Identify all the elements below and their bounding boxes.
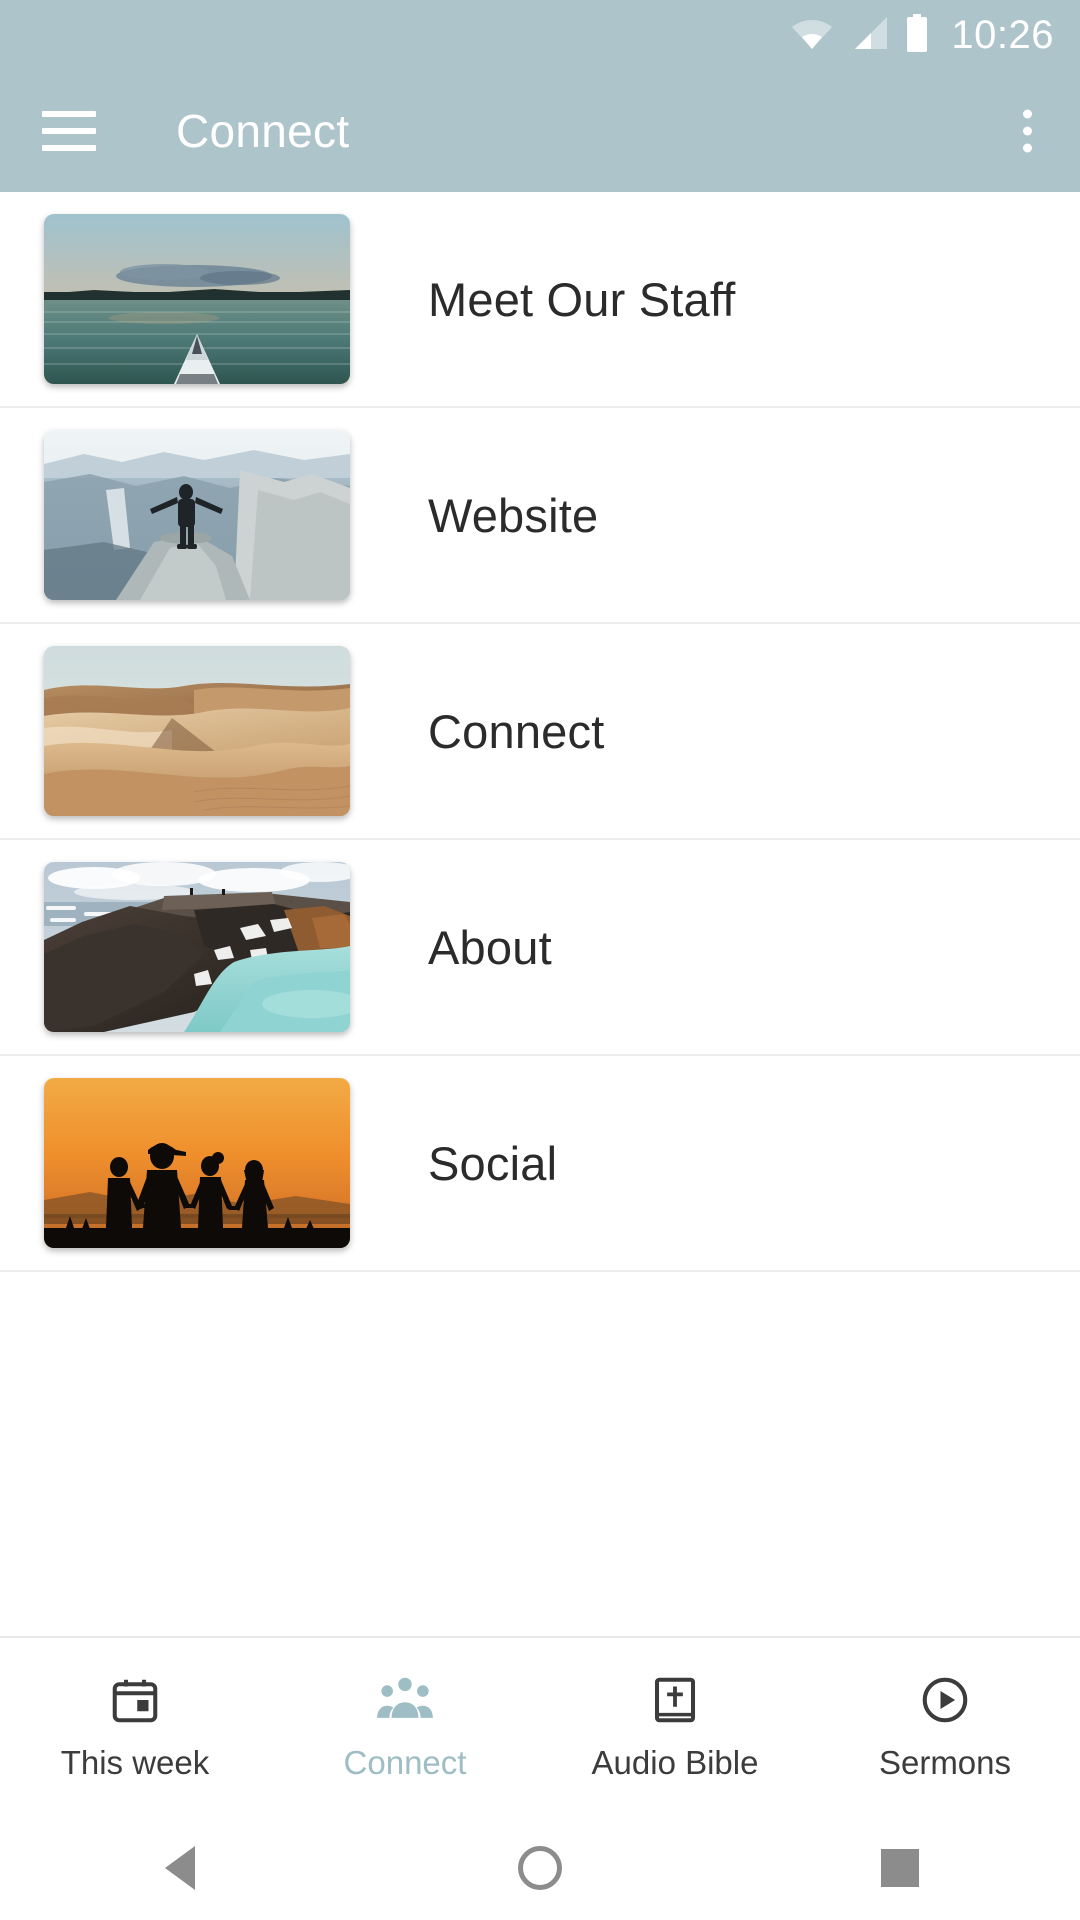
overflow-menu-icon[interactable] [1017, 104, 1038, 159]
family-silhouettes-thumbnail [44, 1078, 350, 1248]
bible-book-icon [648, 1672, 702, 1728]
list-item-label: About [428, 920, 552, 974]
play-circle-icon [918, 1672, 972, 1728]
tab-audio-bible[interactable]: Audio Bible [540, 1638, 810, 1816]
tab-connect[interactable]: Connect [270, 1638, 540, 1816]
tab-sermons[interactable]: Sermons [810, 1638, 1080, 1816]
page-title: Connect [176, 105, 350, 157]
people-group-icon [376, 1672, 434, 1728]
desert-dunes-thumbnail [44, 646, 350, 816]
system-navigation-bar [0, 1816, 1080, 1920]
list-item-label: Connect [428, 704, 605, 758]
back-triangle-icon[interactable] [100, 1816, 260, 1920]
tab-label: Audio Bible [591, 1744, 759, 1781]
list-item-label: Social [428, 1136, 558, 1190]
list-item[interactable]: Social [0, 1056, 1080, 1272]
tab-label: Sermons [878, 1744, 1012, 1781]
list-item[interactable]: About [0, 840, 1080, 1056]
app-bar: Connect [0, 70, 1080, 192]
connect-list: Meet Our Staff Website Connect About Soc… [0, 192, 1080, 1272]
status-time: 10:26 [951, 13, 1054, 57]
status-bar: 10:26 [0, 0, 1080, 70]
hamburger-menu-icon[interactable] [42, 111, 96, 151]
kayak-on-lake-at-sunset-thumbnail [44, 214, 350, 384]
tab-label: This week [60, 1744, 210, 1781]
list-item-label: Meet Our Staff [428, 272, 736, 326]
wifi-icon [791, 16, 833, 55]
recents-square-icon[interactable] [820, 1816, 980, 1920]
calendar-icon [108, 1672, 162, 1728]
person-on-cliff-thumbnail [44, 430, 350, 600]
list-item[interactable]: Meet Our Staff [0, 192, 1080, 408]
cellular-signal-icon [849, 16, 889, 55]
battery-icon [905, 13, 929, 57]
tab-this-week[interactable]: This week [0, 1638, 270, 1816]
tab-label: Connect [343, 1744, 467, 1781]
list-item[interactable]: Connect [0, 624, 1080, 840]
list-item-label: Website [428, 488, 599, 542]
home-circle-icon[interactable] [460, 1816, 620, 1920]
crater-lake-thumbnail [44, 862, 350, 1032]
list-item[interactable]: Website [0, 408, 1080, 624]
bottom-navigation: This week Connect Audio Bible Sermons [0, 1636, 1080, 1816]
status-icons [791, 13, 929, 57]
